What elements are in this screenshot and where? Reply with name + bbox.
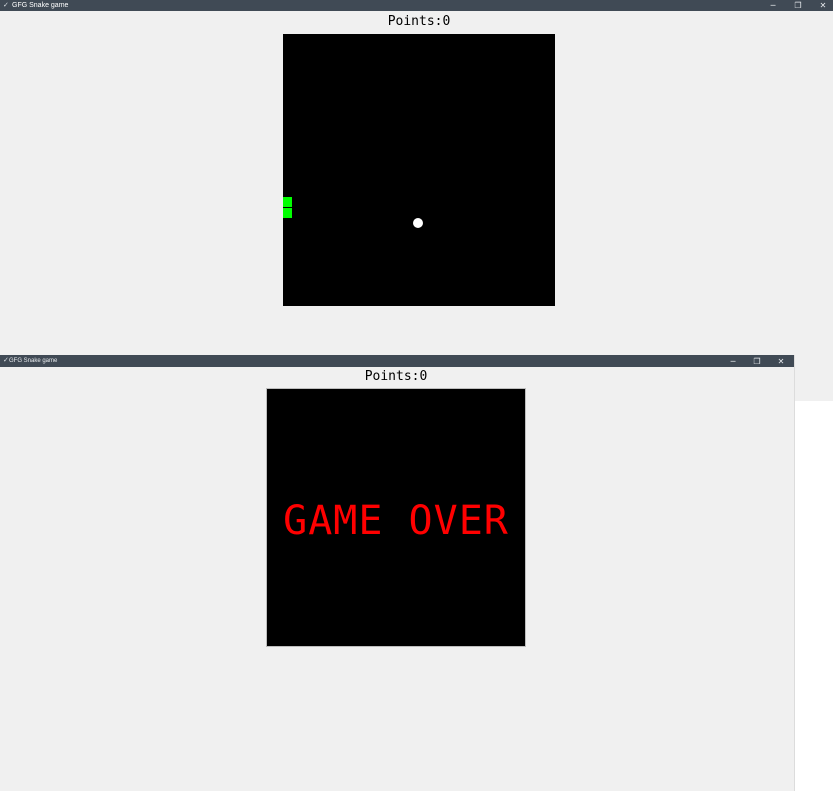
title-bar[interactable]: ✓ GFG Snake game ─ ❐ ✕	[0, 0, 833, 11]
game-over-message: GAME OVER	[283, 498, 509, 544]
close-button[interactable]: ✕	[769, 355, 793, 367]
close-button[interactable]: ✕	[811, 0, 833, 11]
game-canvas[interactable]	[283, 34, 555, 306]
minimize-button[interactable]: ─	[761, 0, 785, 11]
feather-icon: ✓	[3, 1, 9, 9]
score-label: Points:0	[387, 14, 451, 29]
snake-segment	[283, 208, 292, 218]
window-title: GFG Snake game	[9, 358, 58, 364]
game-canvas[interactable]: GAME OVER	[266, 388, 526, 647]
snake-game-window-game-over: ✓ GFG Snake game ─ ❐ ✕ Points:0 GAME OVE…	[0, 355, 795, 791]
feather-icon: ✓	[3, 356, 9, 364]
maximize-button[interactable]: ❐	[745, 355, 769, 367]
food-dot	[413, 218, 423, 228]
title-bar[interactable]: ✓ GFG Snake game ─ ❐ ✕	[0, 355, 794, 367]
score-label: Points:0	[364, 369, 428, 384]
minimize-button[interactable]: ─	[721, 355, 745, 367]
snake-game-window-running: ✓ GFG Snake game ─ ❐ ✕ Points:0	[0, 0, 833, 401]
maximize-button[interactable]: ❐	[786, 0, 810, 11]
window-title: GFG Snake game	[12, 2, 69, 9]
snake-segment	[283, 197, 292, 207]
